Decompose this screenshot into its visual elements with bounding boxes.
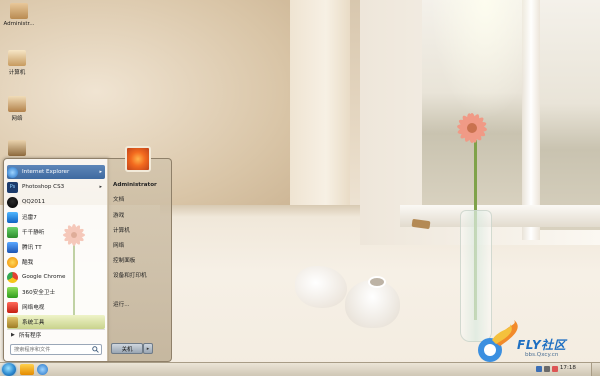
program-360-safe[interactable]: 360安全卫士 (7, 285, 105, 299)
program-label: 网络电视 (22, 305, 45, 311)
expand-arrow-icon: ▶ (11, 332, 15, 338)
recycle-bin-icon (8, 140, 26, 156)
program-tt-browser[interactable]: 腾讯 TT (7, 240, 105, 254)
taskbar-explorer-button[interactable] (20, 364, 34, 375)
photoshop-icon: Ps (7, 181, 18, 193)
tt-browser-icon (7, 241, 18, 253)
program-google-chrome[interactable]: Google Chrome (7, 270, 105, 284)
taskbar-ie-button[interactable] (37, 364, 48, 375)
internet-explorer-icon (7, 166, 18, 178)
start-item-devices-printers[interactable]: 设备和打印机 (113, 269, 171, 280)
start-menu: Internet Explorer ▸ Ps Photoshop CS3 ▸ Q… (3, 158, 172, 362)
start-search-box[interactable] (10, 344, 102, 355)
360-safe-icon (7, 286, 18, 298)
search-icon[interactable] (92, 346, 99, 353)
program-qq[interactable]: QQ2011 (7, 195, 105, 209)
program-kuwo[interactable]: 酷我 (7, 255, 105, 269)
program-label: 腾讯 TT (22, 245, 42, 251)
wallpaper-gerbera-flower (457, 113, 487, 143)
shutdown-button[interactable]: 关机 (111, 343, 143, 354)
start-item-connect-to[interactable]: 控制面板 (113, 254, 171, 265)
desktop-icon-label: 网络 (11, 116, 23, 122)
program-system-tools[interactable]: 系统工具 (7, 315, 105, 329)
desktop-icon-label: Administr... (3, 21, 35, 27)
program-label: Google Chrome (22, 274, 66, 280)
chevron-right-icon: ▸ (146, 345, 150, 352)
qq-icon (7, 196, 18, 208)
program-label: 酷我 (22, 260, 34, 266)
desktop-icon-administrator[interactable]: Administr... (2, 3, 36, 27)
start-item-run[interactable]: 运行... (113, 298, 171, 309)
watermark-url: bbs.Qxcy.cn (525, 352, 559, 358)
program-thunder[interactable]: 迅雷7 (7, 210, 105, 224)
network-icon (8, 96, 26, 112)
shutdown-options-button[interactable]: ▸ (143, 343, 153, 354)
tray-volume-icon[interactable] (544, 366, 550, 372)
desktop-icon-recycle-bin[interactable] (0, 140, 34, 156)
all-programs-label: 所有程序 (18, 333, 42, 339)
start-item-games[interactable]: 游戏 (113, 209, 171, 220)
program-internet-explorer[interactable]: Internet Explorer ▸ (7, 165, 105, 179)
taskbar: 17:18 (0, 362, 600, 376)
kuwo-icon (7, 256, 18, 268)
desktop-icon-label: 计算机 (8, 70, 26, 76)
program-label: 迅雷7 (22, 215, 37, 221)
wallpaper-pillar (290, 0, 350, 215)
submenu-arrow-icon: ▸ (99, 169, 102, 175)
user-account-picture[interactable] (125, 146, 151, 172)
start-item-user[interactable]: Administrator (113, 179, 171, 190)
program-ttplayer[interactable]: 千千静听 (7, 225, 105, 239)
program-pptv[interactable]: 网络电视 (7, 300, 105, 314)
start-item-network[interactable]: 网络 (113, 239, 171, 250)
program-photoshop[interactable]: Ps Photoshop CS3 ▸ (7, 180, 105, 194)
thunder-icon (7, 211, 18, 223)
program-label: 千千静听 (22, 230, 45, 236)
start-button[interactable] (2, 363, 16, 376)
chrome-icon (7, 271, 18, 283)
all-programs-button[interactable]: ▶ 所有程序 (7, 329, 105, 340)
desktop-icon-computer[interactable]: 计算机 (0, 50, 34, 76)
watermark-brand: FLY社区 (517, 338, 567, 352)
program-label: Internet Explorer (22, 169, 70, 175)
start-item-documents[interactable]: 文档 (113, 193, 171, 204)
wallpaper-ceramic-shell (295, 266, 347, 308)
program-label: 360安全卫士 (22, 290, 56, 296)
start-menu-programs-pane: Internet Explorer ▸ Ps Photoshop CS3 ▸ Q… (3, 158, 109, 362)
tray-app-icon[interactable] (552, 366, 558, 372)
start-search-input[interactable] (11, 345, 92, 354)
pptv-icon (7, 301, 18, 313)
wallpaper-shell-opening (368, 276, 386, 288)
taskbar-clock[interactable]: 17:18 (560, 365, 576, 371)
program-label: 系统工具 (22, 320, 45, 326)
system-tools-icon (7, 316, 18, 328)
submenu-arrow-icon: ▸ (99, 184, 102, 190)
user-folder-icon (10, 3, 28, 19)
tray-network-icon[interactable] (536, 366, 542, 372)
ttplayer-icon (7, 226, 18, 238)
desktop-icon-network[interactable]: 网络 (0, 96, 34, 122)
program-label: QQ2011 (22, 199, 46, 205)
start-item-computer[interactable]: 计算机 (113, 224, 171, 235)
computer-icon (8, 50, 26, 66)
program-label: Photoshop CS3 (22, 184, 65, 190)
show-desktop-button[interactable] (591, 363, 600, 376)
window-pane (540, 0, 600, 230)
